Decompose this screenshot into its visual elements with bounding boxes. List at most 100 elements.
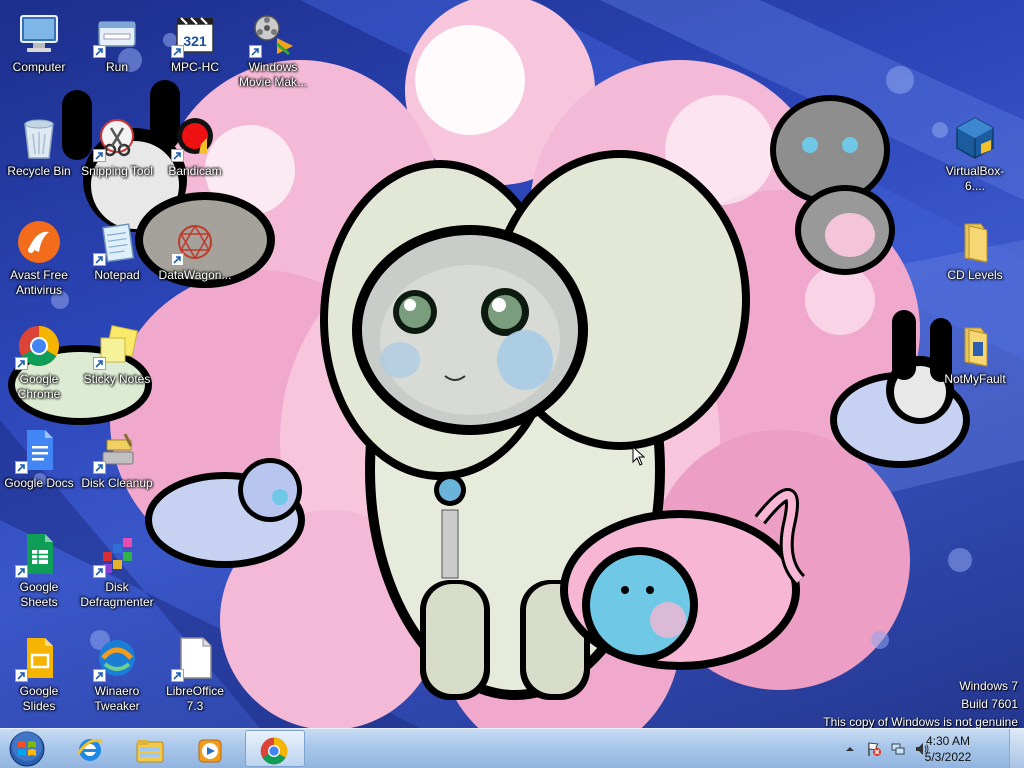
chrome-icon — [260, 737, 288, 765]
media-player-icon — [198, 739, 222, 763]
avast-icon — [15, 218, 63, 266]
desktop-icon-movie-maker[interactable]: Windows Movie Mak... — [234, 6, 312, 104]
recycle-bin-icon — [15, 114, 63, 162]
start-button[interactable] — [4, 730, 50, 768]
shortcut-arrow-icon — [171, 253, 184, 266]
bandicam-icon — [171, 114, 219, 162]
desktop-icon-mpc-hc[interactable]: 321 MPC-HC — [156, 6, 234, 104]
disk-cleanup-icon — [93, 426, 141, 474]
shortcut-arrow-icon — [171, 669, 184, 682]
taskbar-clock[interactable]: 4:30 AM 5/3/2022 — [920, 733, 976, 765]
desktop-icon-label: Disk Defragmenter — [80, 580, 154, 609]
shortcut-arrow-icon — [15, 565, 28, 578]
shortcut-arrow-icon — [15, 357, 28, 370]
virtualbox-icon — [951, 114, 999, 162]
snipping-tool-icon — [93, 114, 141, 162]
notmyfault-icon — [951, 322, 999, 370]
run-icon — [93, 10, 141, 58]
clock-date: 5/3/2022 — [924, 750, 972, 764]
desktop-icon-label: MPC-HC — [171, 60, 219, 74]
desktop-icon-google-docs[interactable]: Google Docs — [0, 422, 78, 520]
shortcut-arrow-icon — [93, 461, 106, 474]
desktop-icon-cd-levels[interactable]: CD Levels — [936, 214, 1014, 312]
desktop-icon-notmyfault[interactable]: NotMyFault — [936, 318, 1014, 416]
shortcut-arrow-icon — [249, 45, 262, 58]
clock-time: 4:30 AM — [925, 734, 971, 748]
internet-explorer-icon — [76, 739, 103, 761]
svg-text:321: 321 — [183, 33, 207, 49]
desktop-icon-label: Google Docs — [4, 476, 74, 490]
google-sheets-icon — [15, 530, 63, 578]
taskbar-chrome[interactable] — [245, 730, 305, 767]
shortcut-arrow-icon — [171, 45, 184, 58]
shortcut-arrow-icon — [93, 565, 106, 578]
desktop-icon-avast[interactable]: Avast Free Antivirus — [0, 214, 78, 312]
desktop-icon-recycle-bin[interactable]: Recycle Bin — [0, 110, 78, 208]
shortcut-arrow-icon — [15, 669, 28, 682]
desktop-icon-label: Sticky Notes — [83, 372, 151, 386]
desktop-icon-disk-cleanup[interactable]: Disk Cleanup — [78, 422, 156, 520]
datawagon-icon — [171, 218, 219, 266]
desktop-icon-label: Google Slides — [19, 684, 59, 713]
desktop-icon-label: Snipping Tool — [81, 164, 153, 178]
movie-maker-icon — [249, 10, 297, 58]
show-desktop-button[interactable] — [1009, 729, 1024, 768]
desktop-icon-label: Recycle Bin — [7, 164, 71, 178]
file-explorer-icon — [136, 740, 164, 763]
desktop-icon-label: Notepad — [94, 268, 140, 282]
desktop-icon-google-slides[interactable]: Google Slides — [0, 630, 78, 728]
folder-icon — [951, 218, 999, 266]
show-hidden-icons-icon[interactable] — [842, 741, 858, 757]
shortcut-arrow-icon — [93, 149, 106, 162]
desktop-icon-computer[interactable]: Computer — [0, 6, 78, 104]
mouse-cursor-icon — [632, 446, 646, 466]
shortcut-arrow-icon — [93, 669, 106, 682]
desktop-icon-sticky-notes[interactable]: Sticky Notes — [78, 318, 156, 416]
desktop-icon-label: Computer — [12, 60, 66, 74]
chrome-icon — [15, 322, 63, 370]
watermark-build: Build 7601 — [961, 697, 1018, 711]
desktop-icon-winaero-tweaker[interactable]: Winaero Tweaker — [78, 630, 156, 728]
desktop-icon-label: Bandicam — [168, 164, 222, 178]
desktop-icon-label: NotMyFault — [944, 372, 1006, 386]
windows-start-icon — [9, 731, 45, 767]
desktop-icon-snipping-tool[interactable]: Snipping Tool — [78, 110, 156, 208]
taskbar-file-explorer[interactable] — [122, 730, 178, 767]
mpc-hc-icon: 321 — [171, 10, 219, 58]
desktop-icon-run[interactable]: Run — [78, 6, 156, 104]
google-slides-icon — [15, 634, 63, 682]
desktop-icon-label: Avast Free Antivirus — [10, 268, 68, 297]
windows-genuine-watermark: Windows 7 Build 7601 This copy of Window… — [823, 677, 1018, 731]
desktop-icon-disk-defragmenter[interactable]: Disk Defragmenter — [78, 526, 156, 624]
desktop-icon-virtualbox[interactable]: VirtualBox-6.... — [936, 110, 1014, 208]
desktop-icon-google-sheets[interactable]: Google Sheets — [0, 526, 78, 624]
desktop-icon-notepad[interactable]: Notepad — [78, 214, 156, 312]
google-docs-icon — [15, 426, 63, 474]
desktop-icon-label: DataWagon... — [158, 268, 232, 282]
sticky-notes-icon — [93, 322, 141, 370]
desktop-icon-label: Google Chrome — [17, 372, 61, 401]
taskbar-internet-explorer[interactable] — [62, 730, 118, 767]
watermark-os-name: Windows 7 — [959, 679, 1018, 693]
desktop-icon-libreoffice[interactable]: LibreOffice 7.3 — [156, 630, 234, 728]
shortcut-arrow-icon — [93, 45, 106, 58]
shortcut-arrow-icon — [93, 253, 106, 266]
desktop-icon-label: Winaero Tweaker — [94, 684, 140, 713]
taskbar: 4:30 AM 5/3/2022 — [0, 728, 1024, 768]
desktop-icon-datawagon[interactable]: DataWagon... — [156, 214, 234, 312]
shortcut-arrow-icon — [171, 149, 184, 162]
shortcut-arrow-icon — [93, 357, 106, 370]
desktop-icon-label: Windows Movie Mak... — [238, 60, 307, 89]
desktop-icon-bandicam[interactable]: Bandicam — [156, 110, 234, 208]
desktop-icon-label: Run — [105, 60, 128, 74]
notepad-icon — [93, 218, 141, 266]
desktop-icon-label: LibreOffice 7.3 — [166, 684, 224, 713]
desktop-icon-chrome[interactable]: Google Chrome — [0, 318, 78, 416]
computer-icon — [15, 10, 63, 58]
network-icon[interactable] — [890, 741, 906, 757]
desktop-icon-label: VirtualBox-6.... — [945, 164, 1005, 193]
disk-defragmenter-icon — [93, 530, 141, 578]
winaero-tweaker-icon — [93, 634, 141, 682]
action-center-flag-icon[interactable] — [866, 741, 882, 757]
taskbar-media-player[interactable] — [182, 730, 238, 767]
